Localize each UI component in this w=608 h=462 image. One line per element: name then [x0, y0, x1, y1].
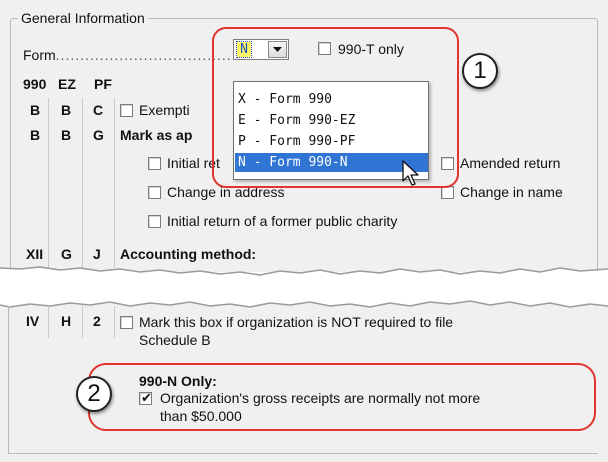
code-cell: B: [61, 127, 72, 143]
code-cell: B: [30, 102, 41, 118]
code-cell: IV: [26, 313, 40, 329]
code-cell: C: [93, 102, 104, 118]
col-separator: [82, 306, 83, 338]
schedule-b-label-line1: Mark this box if organization is NOT req…: [139, 314, 454, 330]
code-cell: G: [61, 246, 72, 262]
col-separator: [114, 98, 115, 268]
accounting-method-label: Accounting method:: [120, 246, 257, 262]
annotation-badge-1: 1: [462, 53, 498, 89]
schedule-b-label-line2: Schedule B: [139, 332, 211, 348]
annotation-ring-2: [88, 363, 596, 431]
exemption-checkbox[interactable]: [120, 104, 133, 117]
col-header-pf: PF: [94, 76, 112, 92]
initial-return-checkbox[interactable]: [148, 157, 161, 170]
col-header-ez: EZ: [58, 76, 76, 92]
bottom-panel-border: [8, 453, 598, 454]
code-cell: XII: [26, 246, 44, 262]
torn-edge-bottom: [0, 266, 608, 284]
col-separator: [48, 98, 49, 268]
code-cell: G: [93, 127, 104, 143]
change-address-checkbox[interactable]: [148, 186, 161, 199]
code-cell: B: [61, 102, 72, 118]
former-public-charity-label: Initial return of a former public charit…: [167, 213, 398, 229]
former-public-charity-checkbox[interactable]: [148, 215, 161, 228]
col-separator: [48, 306, 49, 338]
code-cell: B: [30, 127, 41, 143]
col-separator: [82, 98, 83, 268]
annotation-badge-2: 2: [76, 376, 112, 412]
change-name-label: Change in name: [460, 184, 563, 200]
col-header-990: 990: [23, 76, 47, 92]
code-cell: J: [93, 246, 101, 262]
col-separator: [114, 306, 115, 338]
bottom-panel-border: [8, 306, 9, 454]
mark-as-applicable-label: Mark as ap: [120, 127, 193, 143]
torn-edge-top: [0, 292, 608, 308]
schedule-b-checkbox[interactable]: [120, 316, 133, 329]
code-cell: H: [61, 313, 72, 329]
code-cell: 2: [93, 313, 101, 329]
section-title: General Information: [18, 10, 148, 26]
amended-return-label: Amended return: [460, 155, 561, 171]
annotation-ring-1: [212, 27, 459, 188]
exemption-label: Exempti: [139, 102, 190, 118]
